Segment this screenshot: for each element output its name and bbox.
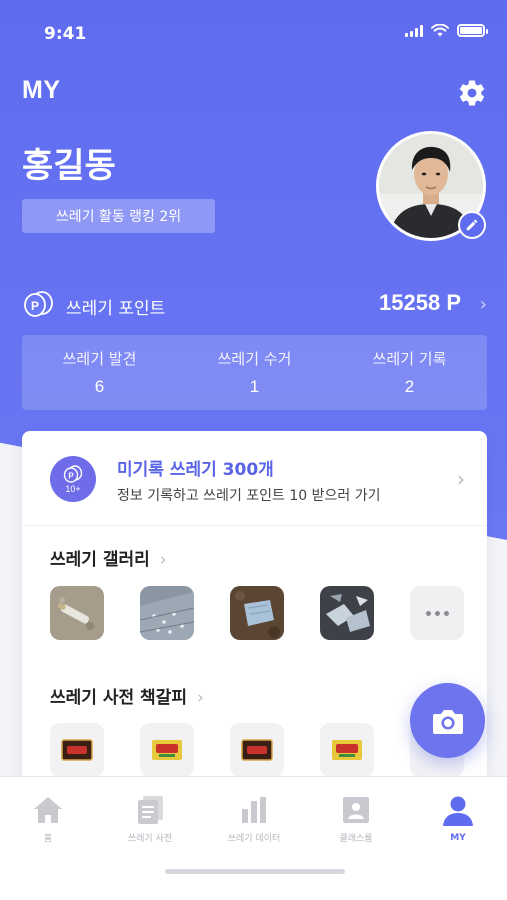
bookmark-row xyxy=(50,723,464,777)
points-label: 쓰레기 포인트 xyxy=(66,299,166,319)
stat-label: 쓰레기 수거 xyxy=(217,350,292,368)
chevron-right-icon: › xyxy=(479,294,487,315)
points-value: 15258 P xyxy=(379,290,461,315)
tab-data[interactable]: 쓰레기 데이터 xyxy=(214,795,294,844)
points-row[interactable]: P 쓰레기 포인트 15258 P › xyxy=(22,284,487,324)
bookmark-item[interactable] xyxy=(230,723,284,777)
status-icons xyxy=(405,24,488,37)
chevron-right-icon: › xyxy=(159,550,167,570)
stat-value: 2 xyxy=(404,377,415,396)
status-time: 9:41 xyxy=(44,24,87,44)
bookmark-section-title[interactable]: 쓰레기 사전 책갈피 › xyxy=(50,683,204,708)
tab-label: 홈 xyxy=(43,834,53,844)
camera-icon xyxy=(432,709,463,734)
bar-chart-icon xyxy=(242,797,266,823)
chevron-right-icon: › xyxy=(196,688,204,708)
gallery-photo[interactable] xyxy=(320,586,374,640)
tab-dictionary[interactable]: 쓰레기 사전 xyxy=(110,795,190,844)
rank-badge: 쓰레기 활동 랭킹 2위 xyxy=(22,199,215,233)
coin-icon: P xyxy=(24,291,53,317)
more-icon[interactable] xyxy=(410,586,464,640)
gallery-photo[interactable] xyxy=(230,586,284,640)
pencil-icon[interactable] xyxy=(458,211,486,239)
bookmark-item[interactable] xyxy=(140,723,194,777)
svg-text:P: P xyxy=(31,299,39,313)
wifi-icon xyxy=(431,24,449,37)
gallery-row xyxy=(50,586,464,640)
person-icon xyxy=(443,796,473,826)
battery-icon xyxy=(457,24,488,37)
svg-text:P: P xyxy=(68,471,74,480)
tab-label: 쓰레기 사전 xyxy=(127,834,173,844)
chevron-right-icon: › xyxy=(457,467,465,491)
dictionary-icon xyxy=(138,796,163,824)
bottom-tab-bar: 홈 쓰레기 사전 쓰레기 데이터 클래스룸 MY xyxy=(0,776,507,900)
gallery-photo[interactable] xyxy=(50,586,104,640)
stats-summary: 쓰레기 발견 6 쓰레기 수거 1 쓰레기 기록 2 xyxy=(22,335,487,410)
stat-label: 쓰레기 기록 xyxy=(372,350,447,368)
bookmark-item[interactable] xyxy=(320,723,374,777)
gallery-title: 쓰레기 갤러리 xyxy=(50,550,150,570)
page-title: MY xyxy=(22,76,61,104)
coin-bonus-icon: P 10+ xyxy=(50,456,96,502)
unrecorded-trash-banner[interactable]: P 10+ 미기록 쓰레기 300개 정보 기록하고 쓰레기 포인트 10 받으… xyxy=(22,431,487,526)
gallery-section-title[interactable]: 쓰레기 갤러리 › xyxy=(50,545,167,570)
promo-title: 미기록 쓰레기 300개 xyxy=(117,460,274,480)
tab-label: MY xyxy=(450,833,466,843)
gear-icon[interactable] xyxy=(457,78,487,108)
classroom-icon xyxy=(343,797,369,823)
tab-home[interactable]: 홈 xyxy=(8,795,88,844)
promo-description: 정보 기록하고 쓰레기 포인트 10 받으러 가기 xyxy=(117,488,381,504)
stat-found[interactable]: 쓰레기 발견 6 xyxy=(22,335,177,410)
bookmark-item[interactable] xyxy=(50,723,104,777)
home-icon xyxy=(34,797,62,823)
gallery-photo[interactable] xyxy=(140,586,194,640)
stat-recorded[interactable]: 쓰레기 기록 2 xyxy=(332,335,487,410)
tab-label: 쓰레기 데이터 xyxy=(227,834,281,844)
stat-label: 쓰레기 발견 xyxy=(62,350,137,368)
avatar-container[interactable] xyxy=(376,131,486,241)
camera-button[interactable] xyxy=(410,683,485,758)
signal-icon xyxy=(405,24,423,37)
stat-collected[interactable]: 쓰레기 수거 1 xyxy=(177,335,332,410)
home-indicator xyxy=(165,869,345,874)
user-name: 홍길동 xyxy=(22,146,116,186)
stat-value: 1 xyxy=(249,377,260,396)
tab-classroom[interactable]: 클래스룸 xyxy=(316,795,396,844)
tab-label: 클래스룸 xyxy=(339,834,373,844)
promo-icon-label: 10+ xyxy=(65,483,81,494)
status-bar: 9:41 xyxy=(0,0,507,66)
tab-my[interactable]: MY xyxy=(418,795,498,843)
stat-value: 6 xyxy=(94,377,105,396)
bookmark-title: 쓰레기 사전 책갈피 xyxy=(50,688,187,708)
